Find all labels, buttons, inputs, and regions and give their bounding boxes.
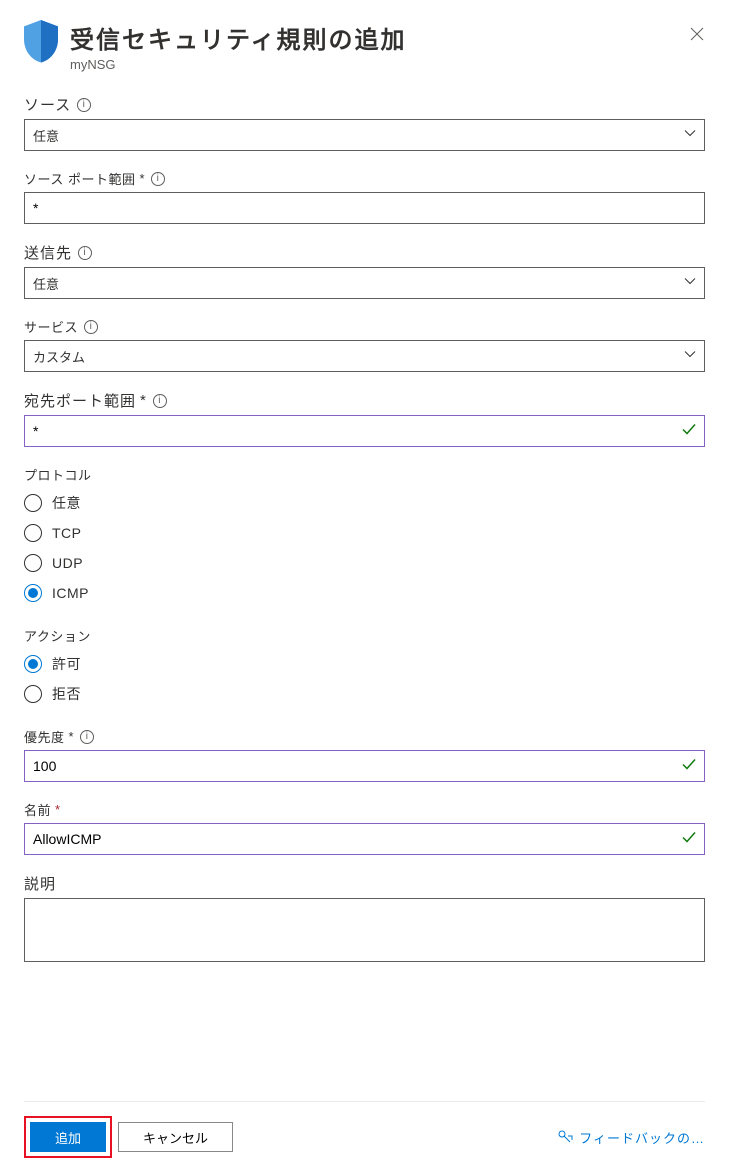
description-label: 説明 — [24, 873, 56, 894]
info-icon[interactable]: i — [77, 98, 91, 112]
feedback-icon — [557, 1129, 573, 1145]
info-icon[interactable]: i — [153, 394, 167, 408]
source-port-input[interactable] — [24, 192, 705, 224]
add-button[interactable]: 追加 — [30, 1122, 106, 1152]
protocol-option-any[interactable]: 任意 — [24, 488, 705, 518]
action-radio-group: 許可 拒否 — [24, 649, 705, 709]
check-icon — [681, 422, 697, 441]
shield-icon — [24, 20, 58, 60]
action-label: アクション — [24, 626, 91, 645]
check-icon — [681, 757, 697, 776]
highlight-box: 追加 — [24, 1116, 112, 1158]
dest-port-input[interactable] — [24, 415, 705, 447]
source-port-label: ソース ポート範囲 — [24, 169, 135, 188]
panel-subtitle: myNSG — [70, 57, 689, 72]
destination-dropdown[interactable]: 任意 — [24, 267, 705, 299]
cancel-button[interactable]: キャンセル — [118, 1122, 233, 1152]
protocol-option-icmp[interactable]: ICMP — [24, 578, 705, 608]
priority-input[interactable] — [24, 750, 705, 782]
action-option-deny[interactable]: 拒否 — [24, 679, 705, 709]
info-icon[interactable]: i — [151, 172, 165, 186]
check-icon — [681, 830, 697, 849]
chevron-down-icon — [684, 128, 696, 143]
service-label: サービス — [24, 317, 78, 336]
source-label: ソース — [24, 94, 71, 115]
add-inbound-rule-panel: 受信セキュリティ規則の追加 myNSG ソースi 任意 ソース ポート範囲*i … — [0, 0, 729, 1176]
protocol-option-tcp[interactable]: TCP — [24, 518, 705, 548]
panel-footer: 追加 キャンセル フィードバックの… — [24, 1101, 705, 1176]
service-dropdown[interactable]: カスタム — [24, 340, 705, 372]
info-icon[interactable]: i — [84, 320, 98, 334]
name-label: 名前 — [24, 800, 51, 819]
protocol-option-udp[interactable]: UDP — [24, 548, 705, 578]
info-icon[interactable]: i — [80, 730, 94, 744]
close-button[interactable] — [689, 26, 705, 42]
action-option-allow[interactable]: 許可 — [24, 649, 705, 679]
dest-port-label: 宛先ポート範囲 — [24, 390, 136, 411]
description-textarea[interactable] — [24, 898, 705, 962]
feedback-link[interactable]: フィードバックの… — [557, 1128, 705, 1147]
protocol-radio-group: 任意 TCP UDP ICMP — [24, 488, 705, 608]
source-dropdown[interactable]: 任意 — [24, 119, 705, 151]
priority-label: 優先度 — [24, 727, 65, 746]
panel-header: 受信セキュリティ規則の追加 myNSG — [24, 20, 705, 72]
protocol-label: プロトコル — [24, 465, 92, 484]
info-icon[interactable]: i — [78, 246, 92, 260]
destination-label: 送信先 — [24, 242, 72, 263]
name-input[interactable] — [24, 823, 705, 855]
panel-title: 受信セキュリティ規則の追加 — [70, 20, 689, 55]
chevron-down-icon — [684, 349, 696, 364]
form-body: ソースi 任意 ソース ポート範囲*i 送信先i 任意 サービスi カスタム — [24, 94, 705, 1101]
chevron-down-icon — [684, 276, 696, 291]
